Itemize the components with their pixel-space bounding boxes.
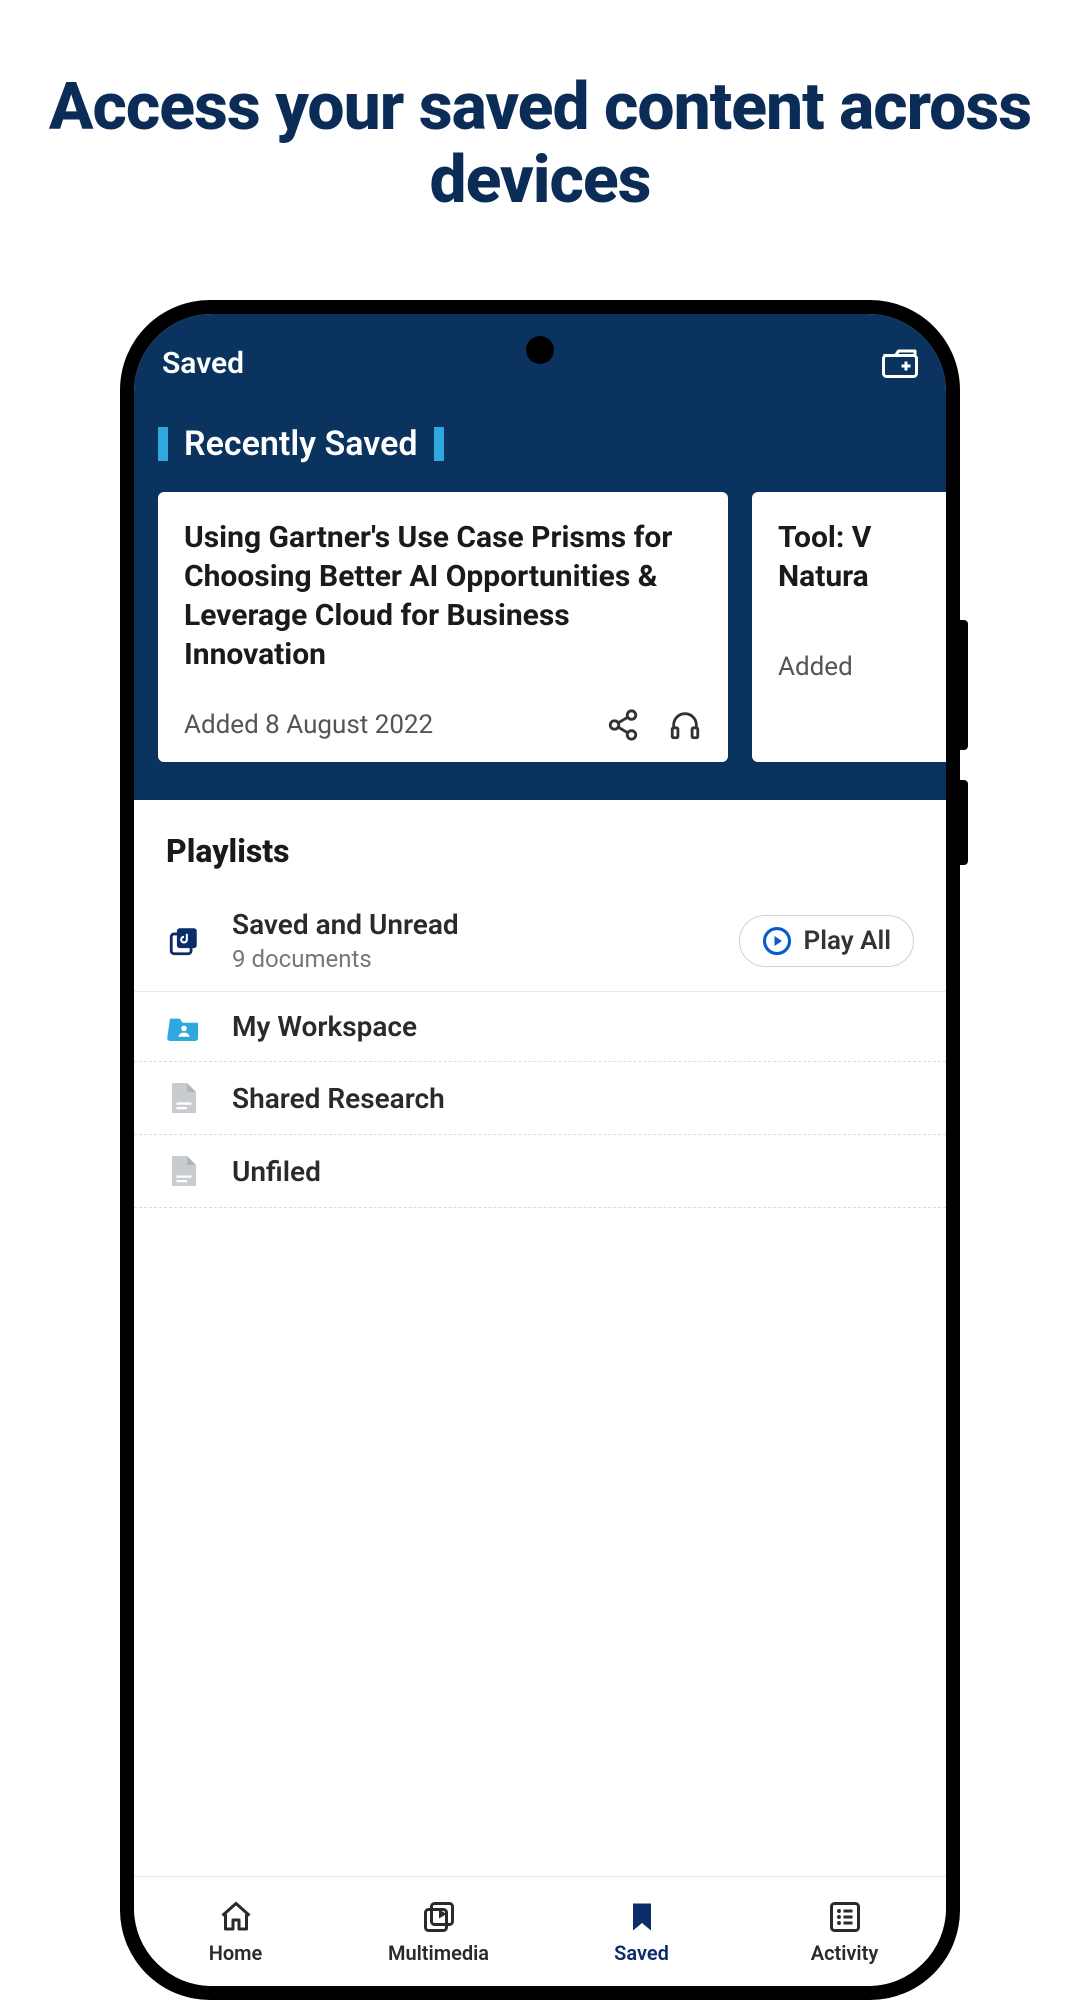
nav-multimedia[interactable]: Multimedia [337,1877,540,1986]
phone-camera-dot [526,336,554,364]
folder-person-icon [167,1013,201,1041]
playlist-my-workspace[interactable]: My Workspace [134,992,946,1062]
document-icon [169,1080,199,1116]
saved-card[interactable]: Using Gartner's Use Case Prisms for Choo… [158,492,728,762]
play-all-button[interactable]: Play All [739,915,914,967]
nav-label: Activity [811,1941,879,1965]
page-title: Saved [162,346,244,381]
phone-side-button [960,620,968,750]
playlist-saved-unread[interactable]: Saved and Unread 9 documents Play All [134,890,946,992]
nav-label: Saved [614,1941,669,1965]
nav-activity[interactable]: Activity [743,1877,946,1986]
nav-label: Multimedia [388,1941,489,1965]
playlist-unfiled[interactable]: Unfiled [134,1135,946,1208]
document-icon [169,1153,199,1189]
bottom-nav: Home Multimedia Saved [134,1876,946,1986]
playlist-title: Unfiled [232,1155,914,1188]
play-circle-icon [762,926,792,956]
card-title: Tool: V Natura [778,518,926,596]
home-icon [218,1899,254,1935]
playlist-title: My Workspace [232,1010,914,1043]
playlist-stack-icon [167,924,201,958]
listen-button[interactable] [668,708,702,742]
folder-plus-icon [882,348,918,378]
card-title: Using Gartner's Use Case Prisms for Choo… [184,518,702,674]
new-folder-button[interactable] [882,348,918,378]
activity-icon [827,1899,863,1935]
playlist-title: Shared Research [232,1082,914,1115]
share-icon [606,708,640,742]
saved-card[interactable]: Tool: V Natura Added [752,492,946,762]
phone-frame: Saved Recently Saved Using Gartner's Use… [120,300,960,2000]
playlist-subtitle: 9 documents [232,945,709,973]
play-all-label: Play All [804,926,891,956]
multimedia-icon [421,1899,457,1935]
headphones-icon [668,708,702,742]
playlist-shared-research[interactable]: Shared Research [134,1062,946,1135]
recently-saved-section: Recently Saved Using Gartner's Use Case … [134,394,946,800]
bookmark-icon [624,1899,660,1935]
playlists-section: Playlists Saved and Unread 9 documents [134,800,946,1208]
phone-side-button [960,780,968,865]
cards-row[interactable]: Using Gartner's Use Case Prisms for Choo… [134,492,946,762]
share-button[interactable] [606,708,640,742]
recently-saved-title: Recently Saved [184,424,418,464]
nav-home[interactable]: Home [134,1877,337,1986]
accent-bar [158,427,168,461]
nav-label: Home [209,1941,263,1965]
playlist-title: Saved and Unread [232,908,709,941]
nav-saved[interactable]: Saved [540,1877,743,1986]
card-date: Added [778,652,926,682]
playlists-heading: Playlists [134,832,946,870]
card-date: Added 8 August 2022 [184,710,606,740]
promo-heading: Access your saved content across devices [0,0,1080,217]
accent-bar [434,427,444,461]
